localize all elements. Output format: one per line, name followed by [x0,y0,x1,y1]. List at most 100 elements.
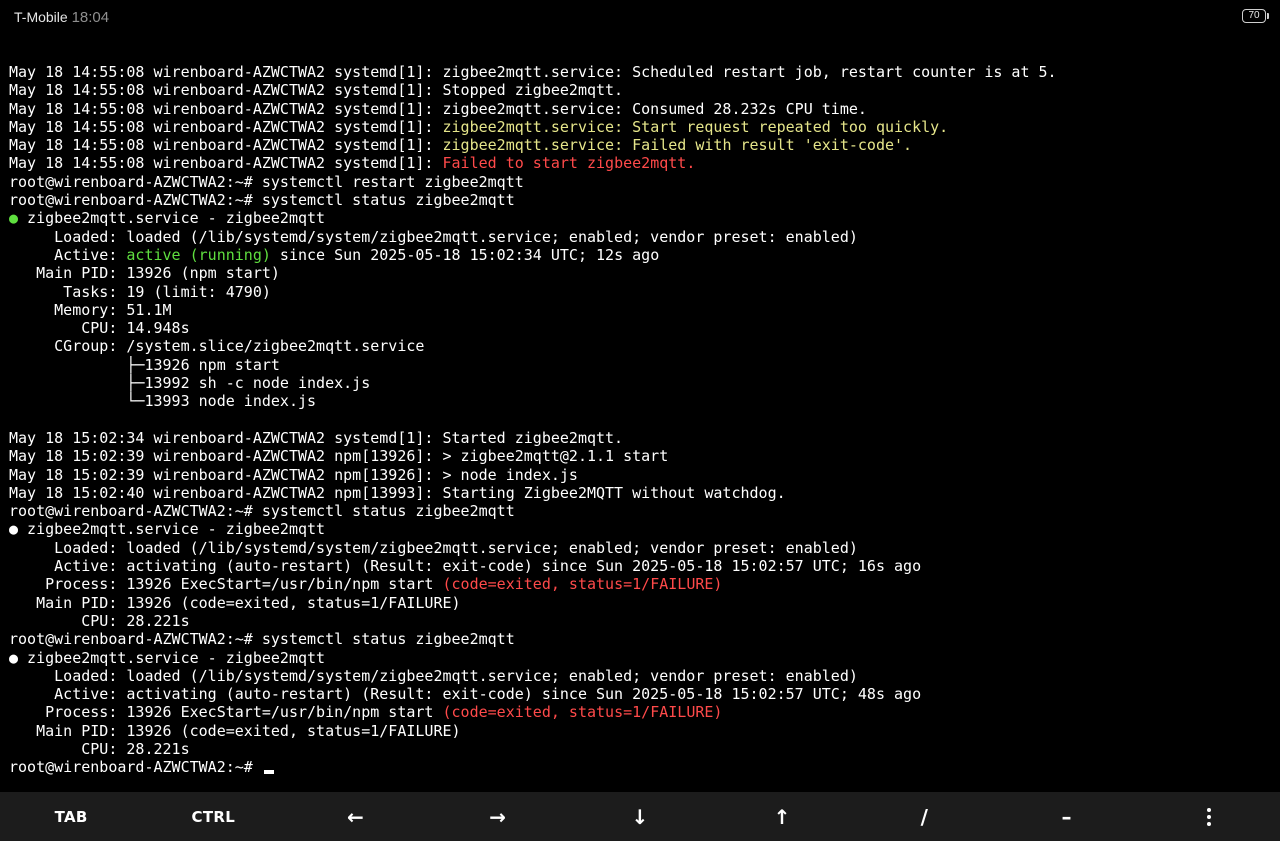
terminal-text: Failed to start zigbee2mqtt. [442,154,696,173]
terminal-line: CPU: 28.221s [9,740,1274,758]
terminal-line: May 18 14:55:08 wirenboard-AZWCTWA2 syst… [9,118,1274,136]
terminal-line: ├─13992 sh -c node index.js [9,374,1274,392]
terminal-output[interactable]: May 18 14:55:08 wirenboard-AZWCTWA2 syst… [9,63,1274,785]
right-arrow-key[interactable]: → [427,792,569,841]
more-options-key[interactable] [1138,792,1280,841]
terminal-line: May 18 14:55:08 wirenboard-AZWCTWA2 syst… [9,154,1274,172]
key-label: – [1061,804,1072,829]
terminal-text: root@wirenboard-AZWCTWA2:~# systemctl st… [9,191,515,210]
terminal-line: root@wirenboard-AZWCTWA2:~# systemctl st… [9,630,1274,648]
terminal-text: May 18 15:02:39 wirenboard-AZWCTWA2 npm[… [9,465,578,484]
terminal-line: Active: activating (auto-restart) (Resul… [9,557,1274,575]
terminal-text: Loaded: loaded (/lib/systemd/system/zigb… [9,227,858,246]
terminal-line: CPU: 28.221s [9,612,1274,630]
terminal-text: CPU: 14.948s [9,319,190,338]
slash-key[interactable]: / [853,792,995,841]
terminal-text: Main PID: 13926 (code=exited, status=1/F… [9,721,461,740]
terminal-line: ● zigbee2mqtt.service - zigbee2mqtt [9,520,1274,538]
terminal-text: May 18 14:55:08 wirenboard-AZWCTWA2 syst… [9,63,1057,81]
text-cursor [263,770,274,775]
key-label: ↑ [773,804,791,829]
key-label: ← [347,804,365,829]
terminal-text: Main PID: 13926 (code=exited, status=1/F… [9,593,461,612]
terminal-line: Active: activating (auto-restart) (Resul… [9,685,1274,703]
terminal-text: Memory: 51.1M [9,300,172,319]
terminal-text: ● zigbee2mqtt.service - zigbee2mqtt [9,520,326,539]
terminal-line: Process: 13926 ExecStart=/usr/bin/npm st… [9,575,1274,593]
key-label: → [489,804,507,829]
key-label: TAB [54,807,88,826]
terminal-text: zigbee2mqtt.service: Failed with result … [442,136,913,155]
down-arrow-key[interactable]: ↓ [569,792,711,841]
terminal-line: Loaded: loaded (/lib/systemd/system/zigb… [9,539,1274,557]
terminal-text: CGroup: /system.slice/zigbee2mqtt.servic… [9,337,425,356]
terminal-line: May 18 15:02:34 wirenboard-AZWCTWA2 syst… [9,429,1274,447]
terminal-text: CPU: 28.221s [9,611,190,630]
terminal-text: (code=exited, status=1/FAILURE) [442,575,723,594]
terminal-text: ├─13992 sh -c node index.js [9,374,371,393]
terminal-line: root@wirenboard-AZWCTWA2:~# systemctl st… [9,502,1274,520]
terminal-text: Active: activating (auto-restart) (Resul… [9,557,922,576]
terminal-line: └─13993 node index.js [9,392,1274,410]
terminal-text: root@wirenboard-AZWCTWA2:~# systemctl re… [9,172,524,191]
key-label: CTRL [191,807,236,826]
terminal-text: zigbee2mqtt.service - zigbee2mqtt [18,209,326,228]
terminal-text: (code=exited, status=1/FAILURE) [442,703,723,722]
terminal-text: May 18 14:55:08 wirenboard-AZWCTWA2 syst… [9,99,867,118]
terminal-line: May 18 14:55:08 wirenboard-AZWCTWA2 syst… [9,81,1274,99]
carrier-time: T-Mobile 18:04 [14,9,109,26]
terminal-text: since Sun 2025-05-18 15:02:34 UTC; 12s a… [270,245,660,264]
terminal-text: Loaded: loaded (/lib/systemd/system/zigb… [9,666,858,685]
clock: 18:04 [71,9,110,26]
key-label: / [920,804,929,829]
terminal-text: ├─13926 npm start [9,355,280,374]
terminal-text: May 18 15:02:34 wirenboard-AZWCTWA2 syst… [9,428,624,447]
terminal-text: active (running) [126,245,271,264]
terminal-text: root@wirenboard-AZWCTWA2:~# systemctl st… [9,630,515,649]
terminal-text: Active: [9,245,127,264]
battery-icon: 70 [1242,9,1269,23]
terminal-line: Memory: 51.1M [9,301,1274,319]
terminal-text: Tasks: 19 (limit: 4790) [9,282,271,301]
terminal-text: May 18 14:55:08 wirenboard-AZWCTWA2 syst… [9,154,443,173]
terminal-text: Main PID: 13926 (npm start) [9,264,280,283]
key-label: ↓ [631,804,649,829]
terminal-line: May 18 15:02:40 wirenboard-AZWCTWA2 npm[… [9,484,1274,502]
terminal-line: CGroup: /system.slice/zigbee2mqtt.servic… [9,337,1274,355]
terminal-line: ├─13926 npm start [9,356,1274,374]
terminal-line: Loaded: loaded (/lib/systemd/system/zigb… [9,667,1274,685]
up-arrow-key[interactable]: ↑ [711,792,853,841]
prompt-line[interactable]: root@wirenboard-AZWCTWA2:~# [9,758,1274,776]
left-arrow-key[interactable]: ← [284,792,426,841]
terminal-text: Loaded: loaded (/lib/systemd/system/zigb… [9,538,858,557]
terminal-line: Main PID: 13926 (npm start) [9,264,1274,282]
tab-key[interactable]: TAB [0,792,142,841]
terminal-text: root@wirenboard-AZWCTWA2:~# systemctl st… [9,502,515,521]
terminal-line: ● zigbee2mqtt.service - zigbee2mqtt [9,649,1274,667]
ctrl-key[interactable]: CTRL [142,792,284,841]
terminal-text: zigbee2mqtt.service: Start request repea… [442,117,949,136]
terminal-line: Main PID: 13926 (code=exited, status=1/F… [9,594,1274,612]
terminal-text: ● zigbee2mqtt.service - zigbee2mqtt [9,648,326,667]
terminal-text: May 18 15:02:39 wirenboard-AZWCTWA2 npm[… [9,447,669,466]
terminal-line: CPU: 14.948s [9,319,1274,337]
terminal-text: May 18 14:55:08 wirenboard-AZWCTWA2 syst… [9,81,624,100]
terminal-line: Loaded: loaded (/lib/systemd/system/zigb… [9,228,1274,246]
terminal-text: Process: 13926 ExecStart=/usr/bin/npm st… [9,703,443,722]
terminal-line: Tasks: 19 (limit: 4790) [9,283,1274,301]
terminal-text: CPU: 28.221s [9,739,190,758]
terminal-line: root@wirenboard-AZWCTWA2:~# systemctl re… [9,173,1274,191]
terminal-text: Process: 13926 ExecStart=/usr/bin/npm st… [9,575,443,594]
dash-key[interactable]: – [996,792,1138,841]
terminal-text: May 18 14:55:08 wirenboard-AZWCTWA2 syst… [9,136,443,155]
terminal-line: Main PID: 13926 (code=exited, status=1/F… [9,722,1274,740]
terminal-line: ● zigbee2mqtt.service - zigbee2mqtt [9,209,1274,227]
terminal-line: May 18 14:55:08 wirenboard-AZWCTWA2 syst… [9,136,1274,154]
terminal-line: May 18 14:55:08 wirenboard-AZWCTWA2 syst… [9,100,1274,118]
carrier-name: T-Mobile [14,9,68,25]
terminal-line: May 18 15:02:39 wirenboard-AZWCTWA2 npm[… [9,447,1274,465]
extra-keys-bar: TAB CTRL ← → ↓ ↑ / – [0,792,1280,841]
terminal-text: └─13993 node index.js [9,392,317,411]
terminal-line: May 18 15:02:39 wirenboard-AZWCTWA2 npm[… [9,466,1274,484]
